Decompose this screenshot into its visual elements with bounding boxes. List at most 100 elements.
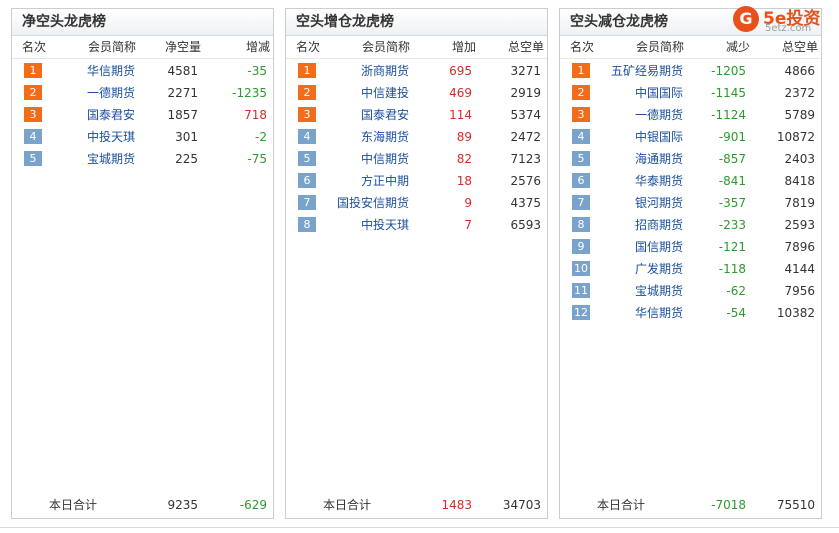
short-increase-panel: 空头增仓龙虎榜 名次 会员简称 增加 总空单 1 浙商期货 695 3271 2 中信建投…: [285, 8, 548, 519]
rank-badge: 7: [572, 195, 590, 210]
member-name-link[interactable]: 华信期货: [87, 60, 135, 82]
table-row[interactable]: 2 中国国际 -1145 2372: [560, 82, 821, 104]
member-name-link[interactable]: 国泰君安: [361, 104, 409, 126]
rank-badge: 2: [572, 85, 590, 100]
table-row[interactable]: 3 国泰君安 1857 718: [12, 104, 273, 126]
total-short-value: 2593: [784, 218, 815, 232]
table-row[interactable]: 8 招商期货 -233 2593: [560, 214, 821, 236]
rank-badge: 8: [298, 217, 316, 232]
table-row[interactable]: 6 方正中期 18 2576: [286, 170, 547, 192]
member-name-link[interactable]: 华泰期货: [635, 170, 683, 192]
member-name-link[interactable]: 海通期货: [635, 148, 683, 170]
member-name-link[interactable]: 一德期货: [87, 82, 135, 104]
member-name-link[interactable]: 国投安信期货: [337, 192, 409, 214]
net-short-value: 4581: [167, 64, 198, 78]
table-row[interactable]: 11 宝城期货 -62 7956: [560, 280, 821, 302]
change-value: -857: [718, 152, 746, 166]
member-name-link[interactable]: 银河期货: [635, 192, 683, 214]
change-value: 89: [456, 130, 472, 144]
site-logo[interactable]: G 5e投资 5etz.com: [733, 6, 833, 36]
net-short-value: 2271: [167, 86, 198, 100]
member-name-link[interactable]: 华信期货: [635, 302, 683, 324]
total-short-value: 5789: [784, 108, 815, 122]
rank-badge: 2: [298, 85, 316, 100]
change-value: 695: [449, 64, 472, 78]
member-name-link[interactable]: 中银国际: [635, 126, 683, 148]
member-name-link[interactable]: 方正中期: [361, 170, 409, 192]
member-name-link[interactable]: 东海期货: [361, 126, 409, 148]
rank-badge: 2: [24, 85, 42, 100]
table-row[interactable]: 10 广发期货 -118 4144: [560, 258, 821, 280]
member-name-link[interactable]: 招商期货: [635, 214, 683, 236]
total-short-value: 2403: [784, 152, 815, 166]
total-short-value: 7896: [784, 240, 815, 254]
total-net-short: 9235: [167, 498, 198, 512]
total-increase: 1483: [441, 498, 472, 512]
member-name-link[interactable]: 一德期货: [635, 104, 683, 126]
table-row[interactable]: 3 一德期货 -1124 5789: [560, 104, 821, 126]
table-row[interactable]: 1 华信期货 4581 -35: [12, 60, 273, 82]
short-increase-list: 1 浙商期货 695 3271 2 中信建投 469 2919 3 国泰君安 114 5374 4 东海期…: [286, 60, 547, 236]
change-value: -1124: [711, 108, 746, 122]
total-short-value: 7123: [510, 152, 541, 166]
member-name-link[interactable]: 中信期货: [361, 148, 409, 170]
short-decrease-total-row: 本日合计 -7018 75510: [560, 494, 821, 516]
total-short-value: 4866: [784, 64, 815, 78]
table-row[interactable]: 8 中投天琪 7 6593: [286, 214, 547, 236]
total-decrease: -7018: [711, 498, 746, 512]
table-row[interactable]: 3 国泰君安 114 5374: [286, 104, 547, 126]
rank-badge: 8: [572, 217, 590, 232]
net-short-total-row: 本日合计 9235 -629: [12, 494, 273, 516]
total-short-value: 2472: [510, 130, 541, 144]
table-row[interactable]: 6 华泰期货 -841 8418: [560, 170, 821, 192]
member-name-link[interactable]: 中信建投: [361, 82, 409, 104]
change-value: -54: [726, 306, 746, 320]
table-row[interactable]: 4 中投天琪 301 -2: [12, 126, 273, 148]
total-short-value: 7956: [784, 284, 815, 298]
total-short-value: 2919: [510, 86, 541, 100]
member-name-link[interactable]: 中国国际: [635, 82, 683, 104]
rank-badge: 12: [572, 305, 590, 320]
table-row[interactable]: 5 海通期货 -857 2403: [560, 148, 821, 170]
change-value: -1145: [711, 86, 746, 100]
table-row[interactable]: 4 东海期货 89 2472: [286, 126, 547, 148]
change-value: -75: [247, 152, 267, 166]
short-decrease-list: 1 五矿经易期货 -1205 4866 2 中国国际 -1145 2372 3 一德期货 -1124…: [560, 60, 821, 324]
rank-badge: 3: [24, 107, 42, 122]
table-row[interactable]: 4 中银国际 -901 10872: [560, 126, 821, 148]
change-value: -121: [718, 240, 746, 254]
table-row[interactable]: 7 国投安信期货 9 4375: [286, 192, 547, 214]
table-row[interactable]: 5 中信期货 82 7123: [286, 148, 547, 170]
table-row[interactable]: 12 华信期货 -54 10382: [560, 302, 821, 324]
table-row[interactable]: 2 一德期货 2271 -1235: [12, 82, 273, 104]
member-name-link[interactable]: 中投天琪: [87, 126, 135, 148]
table-row[interactable]: 5 宝城期货 225 -75: [12, 148, 273, 170]
member-name-link[interactable]: 宝城期货: [87, 148, 135, 170]
logo-domain: 5etz.com: [765, 23, 812, 34]
rank-badge: 1: [24, 63, 42, 78]
table-row[interactable]: 1 浙商期货 695 3271: [286, 60, 547, 82]
member-name-link[interactable]: 国泰君安: [87, 104, 135, 126]
table-row[interactable]: 1 五矿经易期货 -1205 4866: [560, 60, 821, 82]
table-row[interactable]: 9 国信期货 -121 7896: [560, 236, 821, 258]
col-member: 会员简称: [88, 40, 137, 54]
change-value: -118: [718, 262, 746, 276]
member-name-link[interactable]: 中投天琪: [361, 214, 409, 236]
col-increase: 增加: [452, 40, 477, 54]
table-row[interactable]: 2 中信建投 469 2919: [286, 82, 547, 104]
member-name-link[interactable]: 浙商期货: [361, 60, 409, 82]
member-name-link[interactable]: 五矿经易期货: [611, 60, 683, 82]
change-value: 18: [456, 174, 472, 188]
change-value: -841: [718, 174, 746, 188]
member-name-link[interactable]: 国信期货: [635, 236, 683, 258]
change-value: -1205: [711, 64, 746, 78]
member-name-link[interactable]: 宝城期货: [635, 280, 683, 302]
total-change: -629: [239, 498, 267, 512]
member-name-link[interactable]: 广发期货: [635, 258, 683, 280]
rank-badge: 4: [298, 129, 316, 144]
table-row[interactable]: 7 银河期货 -357 7819: [560, 192, 821, 214]
change-value: -357: [718, 196, 746, 210]
total-short-value: 10872: [776, 130, 815, 144]
total-short-value: 2372: [784, 86, 815, 100]
rank-badge: 5: [24, 151, 42, 166]
